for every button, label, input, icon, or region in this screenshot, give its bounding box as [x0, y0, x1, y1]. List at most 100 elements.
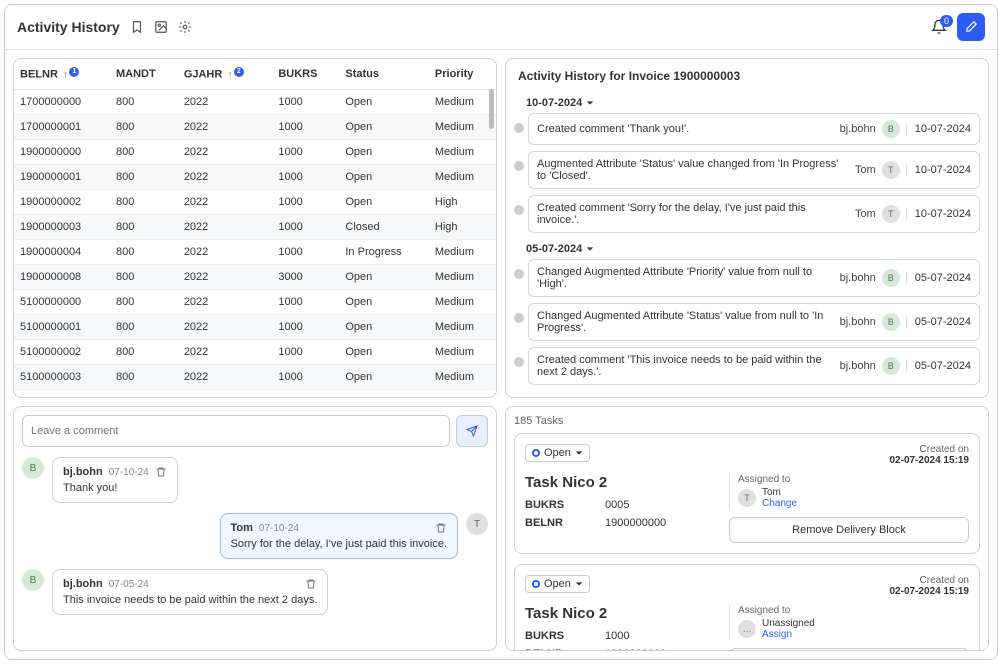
table-row[interactable]: 510000000080020221000OpenMedium [14, 289, 496, 314]
comment-input[interactable] [22, 415, 450, 447]
date-group-header[interactable]: 05-07-2024 [514, 239, 980, 259]
cell: High [429, 214, 496, 239]
task-field-label: BELNR [525, 517, 605, 529]
timeline-dot [514, 205, 524, 215]
cell: 1000 [272, 289, 339, 314]
timeline-dot [514, 269, 524, 279]
cell: Open [339, 89, 429, 114]
cell: 800 [110, 389, 178, 397]
table-row[interactable]: 190000000880020223000OpenMedium [14, 264, 496, 289]
cell: 800 [110, 89, 178, 114]
cell: 2022 [178, 389, 273, 397]
timeline-date: 10-07-2024 [906, 208, 971, 220]
cell: Medium [429, 339, 496, 364]
table-row[interactable]: 190000000380020221000ClosedHigh [14, 214, 496, 239]
avatar: B [22, 569, 44, 591]
invoice-table: BELNR ↑1MANDTGJAHR ↑2BUKRSStatusPriority… [14, 59, 496, 397]
task-field-value: 0005 [605, 499, 717, 511]
cell: Open [339, 389, 429, 397]
cell: Medium [429, 139, 496, 164]
timeline-card[interactable]: Augmented Attribute 'Status' value chang… [528, 151, 980, 189]
timeline-card[interactable]: Changed Augmented Attribute 'Priority' v… [528, 259, 980, 297]
table-row[interactable]: 190000000180020221000OpenMedium [14, 164, 496, 189]
sort-icon[interactable]: ↑ [227, 69, 233, 81]
timeline-card[interactable]: Created comment 'This invoice needs to b… [528, 347, 980, 385]
date-group-header[interactable]: 10-07-2024 [514, 93, 980, 113]
timeline-text: Changed Augmented Attribute 'Priority' v… [537, 266, 840, 290]
comment-date: 07-10-24 [259, 523, 299, 534]
cell: 5100000004 [14, 389, 110, 397]
table-row[interactable]: 510000000480020221000OpenMedium [14, 389, 496, 397]
col-belnr[interactable]: BELNR ↑1 [14, 59, 110, 89]
timeline-user: bj.bohn [840, 316, 876, 328]
cell: 800 [110, 214, 178, 239]
timeline-card[interactable]: Created comment 'Thank you!'.bj.bohnB10-… [528, 113, 980, 145]
task-status-select[interactable]: Open [525, 444, 590, 462]
comment-row: Tom07-10-24Sorry for the delay, I've jus… [22, 513, 488, 559]
task-title: Task Nico 2 [525, 605, 717, 622]
timeline-date: 05-07-2024 [906, 360, 971, 372]
cell: 5100000003 [14, 364, 110, 389]
table-row[interactable]: 190000000080020221000OpenMedium [14, 139, 496, 164]
tasks-panel: 185 Tasks OpenCreated on02-07-2024 15:19… [505, 406, 989, 651]
assigned-block: Assigned to…UnassignedAssign [729, 605, 969, 640]
task-field-label: BUKRS [525, 499, 605, 511]
cell: In Progress [339, 239, 429, 264]
scrollbar[interactable] [489, 89, 494, 129]
table-row[interactable]: 190000000280020221000OpenHigh [14, 189, 496, 214]
comment-send-button[interactable] [456, 415, 488, 447]
task-status-select[interactable]: Open [525, 575, 590, 593]
comment-row: Bbj.bohn07-05-24This invoice needs to be… [22, 569, 488, 615]
comment-date: 07-05-24 [109, 579, 149, 590]
image-icon[interactable] [154, 20, 168, 34]
timeline-card[interactable]: Changed Augmented Attribute 'Status' val… [528, 303, 980, 341]
col-priority[interactable]: Priority [429, 59, 496, 89]
cell: 2022 [178, 364, 273, 389]
chevron-down-icon [586, 99, 594, 107]
assign-action-link[interactable]: Change [762, 498, 797, 509]
cell: 800 [110, 314, 178, 339]
cell: Open [339, 189, 429, 214]
timeline-item: Created comment 'Sorry for the delay, I'… [514, 195, 980, 233]
cell: 1000 [272, 89, 339, 114]
timeline-card[interactable]: Created comment 'Sorry for the delay, I'… [528, 195, 980, 233]
invoice-table-panel: BELNR ↑1MANDTGJAHR ↑2BUKRSStatusPriority… [13, 58, 497, 398]
col-bukrs[interactable]: BUKRS [272, 59, 339, 89]
cell: 1900000003 [14, 214, 110, 239]
task-action-button[interactable]: Remove Delivery Block [729, 517, 969, 543]
task-field-label: BUKRS [525, 630, 605, 642]
cell: 1700000001 [14, 114, 110, 139]
col-gjahr[interactable]: GJAHR ↑2 [178, 59, 273, 89]
table-row[interactable]: 170000000080020221000OpenMedium [14, 89, 496, 114]
table-row[interactable]: 510000000380020221000OpenMedium [14, 364, 496, 389]
avatar: B [882, 120, 900, 138]
col-status[interactable]: Status [339, 59, 429, 89]
cell: 1000 [272, 364, 339, 389]
col-mandt[interactable]: MANDT [110, 59, 178, 89]
table-row[interactable]: 190000000480020221000In ProgressMedium [14, 239, 496, 264]
notifications-icon[interactable]: 0 [931, 19, 947, 35]
cell: 1000 [272, 189, 339, 214]
gear-icon[interactable] [178, 20, 192, 34]
table-row[interactable]: 510000000180020221000OpenMedium [14, 314, 496, 339]
trash-icon[interactable] [305, 578, 317, 590]
table-row[interactable]: 170000000180020221000OpenMedium [14, 114, 496, 139]
cell: 2022 [178, 339, 273, 364]
notifications-badge: 0 [940, 15, 953, 27]
trash-icon[interactable] [155, 466, 167, 478]
avatar: T [882, 161, 900, 179]
cell: 3000 [272, 264, 339, 289]
trash-icon[interactable] [435, 522, 447, 534]
cell: 800 [110, 239, 178, 264]
edit-button[interactable] [957, 13, 985, 41]
cell: 1900000004 [14, 239, 110, 264]
comment-text: Sorry for the delay, I've just paid this… [231, 538, 448, 550]
task-action-button[interactable]: Remove Delivery Block [729, 648, 969, 651]
cell: 1900000002 [14, 189, 110, 214]
sort-icon[interactable]: ↑ [63, 69, 69, 81]
assign-action-link[interactable]: Assign [762, 629, 792, 640]
bookmark-icon[interactable] [130, 20, 144, 34]
table-row[interactable]: 510000000280020221000OpenMedium [14, 339, 496, 364]
page-title: Activity History [17, 19, 120, 35]
comment-user: bj.bohn [63, 578, 103, 590]
